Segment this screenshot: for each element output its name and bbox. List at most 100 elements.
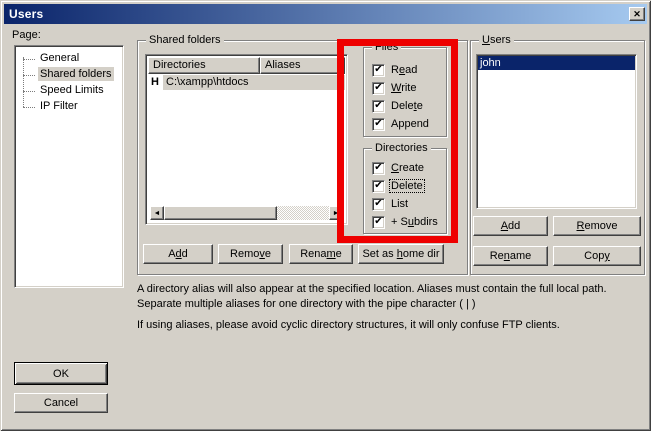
tree-item-label: IP Filter	[38, 99, 80, 113]
label-pre: Rena	[300, 248, 326, 260]
label-pre: Re	[490, 250, 504, 262]
label-accel: W	[391, 82, 401, 94]
users-rename-button[interactable]: Rename	[473, 246, 548, 266]
tree-item-general[interactable]: General	[15, 51, 123, 67]
button-label: Rename	[490, 250, 532, 262]
directories-group-label: Directories	[372, 142, 431, 155]
label-pre: Remo	[230, 248, 259, 260]
button-label: Copy	[584, 250, 610, 262]
folders-remove-button[interactable]: Remove	[218, 244, 283, 264]
check-icon: ✔	[374, 101, 382, 111]
checkbox-files-write[interactable]: ✔ Write	[372, 79, 444, 97]
window-title: Users	[9, 7, 629, 21]
label-pre: R	[391, 64, 399, 76]
user-name: john	[480, 57, 501, 69]
shared-folders-group-label: Shared folders	[146, 34, 224, 47]
tree-item-label: General	[38, 51, 81, 65]
checkbox-label: Append	[390, 118, 430, 130]
column-header-aliases[interactable]: Aliases	[260, 57, 345, 74]
checkbox-dirs-list[interactable]: ✔ List	[372, 195, 444, 213]
check-icon: ✔	[374, 217, 382, 227]
label-pre: Cop	[584, 250, 604, 262]
label-post: dd	[508, 220, 520, 232]
help-text: A directory alias will also appear at th…	[137, 282, 649, 339]
label-post: reate	[399, 162, 424, 174]
users-listbox[interactable]: john	[476, 54, 637, 209]
checkbox-dirs-delete[interactable]: ✔ Delete	[372, 177, 444, 195]
label-post: emove	[584, 220, 617, 232]
users-group-label: Users	[479, 34, 514, 47]
tree-item-shared-folders[interactable]: Shared folders	[15, 67, 123, 83]
checkbox-dirs-subdirs[interactable]: ✔ + Subdirs	[372, 213, 444, 231]
checkbox-box: ✔	[372, 162, 385, 175]
users-copy-button[interactable]: Copy	[553, 246, 641, 266]
column-header-directories[interactable]: Directories	[148, 57, 260, 74]
folders-add-button[interactable]: Add	[143, 244, 213, 264]
label-pre: Dele	[391, 100, 414, 112]
label-accel: C	[391, 162, 399, 174]
users-add-button[interactable]: Add	[473, 216, 548, 236]
checkbox-label: Read	[390, 64, 418, 76]
users-dialog: Users ✕ Page: General Shared folders Spe…	[0, 0, 651, 431]
checkbox-box: ✔	[372, 82, 385, 95]
checkbox-label: List	[390, 198, 409, 210]
horizontal-scrollbar[interactable]: ◄ ►	[150, 206, 343, 220]
set-as-home-dir-button[interactable]: Set as home dir	[358, 244, 444, 264]
label-accel: y	[604, 250, 610, 262]
column-header-label: Aliases	[265, 59, 300, 71]
ok-button[interactable]: OK	[14, 362, 108, 385]
checkbox-files-read[interactable]: ✔ Read	[372, 61, 444, 79]
listview-header: Directories Aliases	[148, 57, 345, 74]
directories-permissions-group: Directories ✔ Create ✔ Delete ✔ List ✔ +…	[363, 148, 447, 234]
checkbox-label: + Subdirs	[390, 216, 439, 228]
label-post: ame	[510, 250, 531, 262]
page-tree[interactable]: General Shared folders Speed Limits IP F…	[14, 45, 124, 288]
files-group-label: Files	[372, 41, 401, 54]
check-icon: ✔	[374, 199, 382, 209]
users-remove-button[interactable]: Remove	[553, 216, 641, 236]
scroll-right-button[interactable]: ►	[329, 206, 343, 220]
checkbox-files-delete[interactable]: ✔ Delete	[372, 97, 444, 115]
tree-item-label: Shared folders	[38, 67, 114, 81]
label-post: e	[265, 248, 271, 260]
label-post: e	[417, 100, 423, 112]
label-post: bdirs	[414, 216, 438, 228]
column-header-label: Directories	[153, 59, 206, 71]
scroll-left-icon: ◄	[154, 210, 161, 217]
label-accel: A	[501, 220, 508, 232]
check-icon: ✔	[374, 163, 382, 173]
label-pre: Append	[391, 118, 429, 130]
help-paragraph-aliases: A directory alias will also appear at th…	[137, 282, 649, 312]
tree-item-ip-filter[interactable]: IP Filter	[15, 99, 123, 115]
label-post: e	[336, 248, 342, 260]
tree-item-speed-limits[interactable]: Speed Limits	[15, 83, 123, 99]
label-post: d	[182, 248, 188, 260]
button-label: Add	[501, 220, 521, 232]
scroll-right-icon: ►	[333, 210, 340, 217]
checkbox-dirs-create[interactable]: ✔ Create	[372, 159, 444, 177]
directories-listview[interactable]: Directories Aliases H C:\xampp\htdocs ◄ …	[145, 54, 348, 225]
checkbox-files-append[interactable]: ✔ Append	[372, 115, 444, 133]
checkbox-label: Delete	[390, 100, 424, 112]
scrollbar-thumb[interactable]	[164, 206, 277, 220]
check-icon: ✔	[374, 65, 382, 75]
user-list-item[interactable]: john	[478, 56, 635, 70]
check-icon: ✔	[374, 181, 382, 191]
page-label: Page:	[12, 29, 41, 41]
table-row[interactable]: H C:\xampp\htdocs	[148, 74, 345, 90]
cancel-button[interactable]: Cancel	[14, 393, 108, 413]
checkbox-label: Write	[390, 82, 417, 94]
label-pre: List	[391, 198, 408, 210]
check-icon: ✔	[374, 119, 382, 129]
scroll-left-button[interactable]: ◄	[150, 206, 164, 220]
label-post: rite	[401, 82, 416, 94]
label-accel: m	[327, 248, 336, 260]
help-paragraph-cyclic: If using aliases, please avoid cyclic di…	[137, 318, 649, 333]
checkbox-box: ✔	[372, 118, 385, 131]
close-button[interactable]: ✕	[629, 7, 645, 21]
folders-rename-button[interactable]: Rename	[289, 244, 353, 264]
titlebar[interactable]: Users ✕	[4, 4, 647, 24]
label-pre: A	[168, 248, 175, 260]
check-icon: ✔	[374, 83, 382, 93]
tree-item-label: Speed Limits	[38, 83, 106, 97]
